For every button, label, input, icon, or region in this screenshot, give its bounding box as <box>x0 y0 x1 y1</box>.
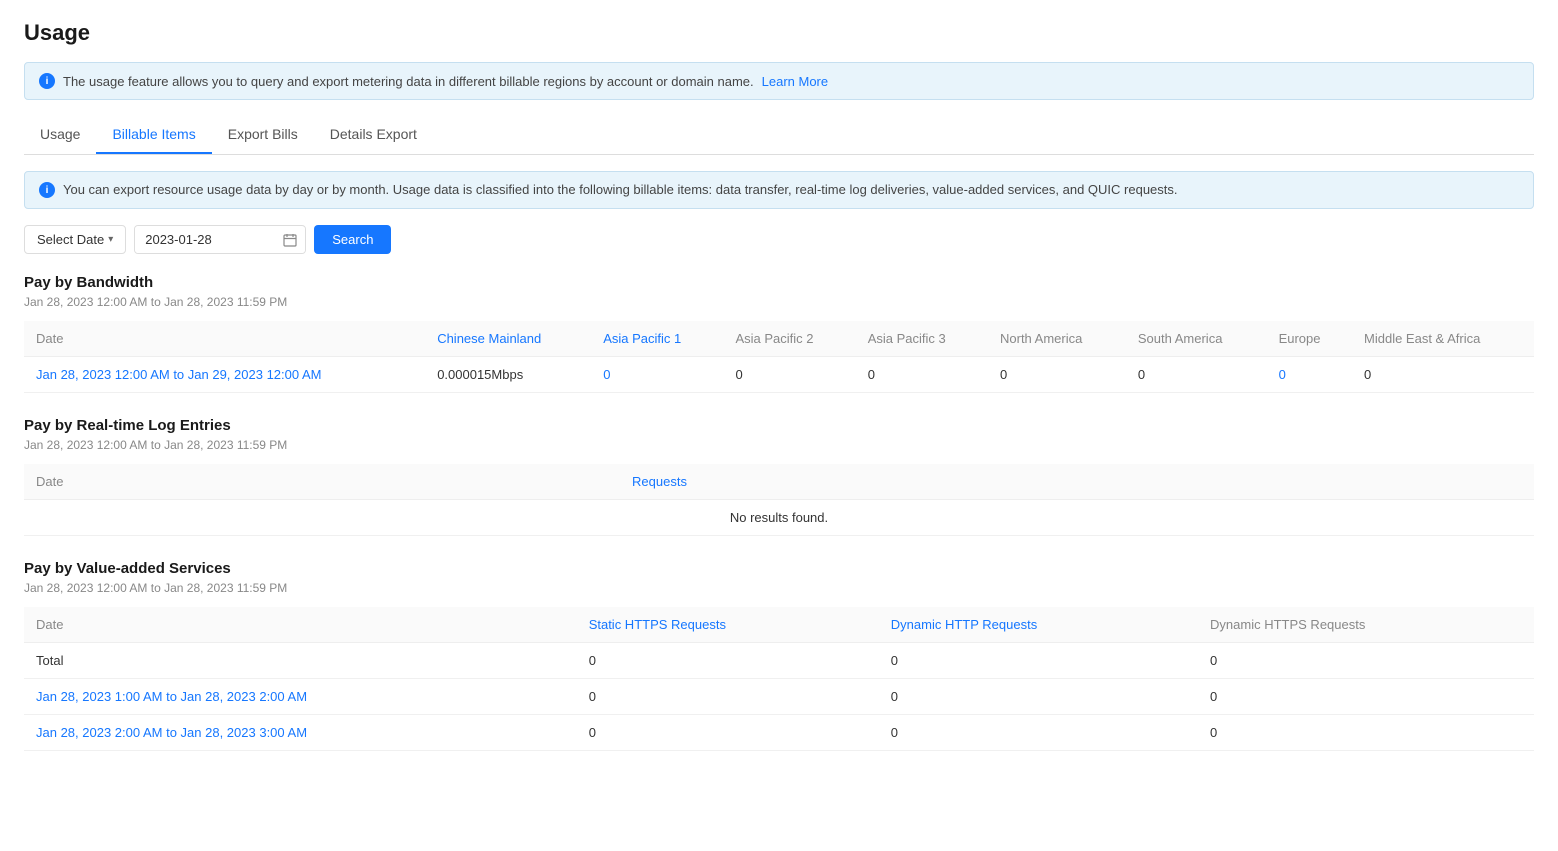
realtime-log-date-range: Jan 28, 2023 12:00 AM to Jan 28, 2023 11… <box>24 438 1534 452</box>
col-europe: Europe <box>1267 321 1352 357</box>
controls-row: Select Date ▾ Search <box>24 225 1534 254</box>
va-row-1-dynamic-http: 0 <box>879 679 1198 715</box>
col-asia-pacific-1: Asia Pacific 1 <box>591 321 723 357</box>
col-requests: Requests <box>620 464 1534 500</box>
bandwidth-row-chinese-mainland: 0.000015Mbps <box>425 357 591 393</box>
col-va-date: Date <box>24 607 577 643</box>
top-info-banner: i The usage feature allows you to query … <box>24 62 1534 100</box>
bandwidth-row-asia-pacific-3: 0 <box>856 357 988 393</box>
va-row-1-dynamic-https: 0 <box>1198 679 1534 715</box>
bandwidth-date-range: Jan 28, 2023 12:00 AM to Jan 28, 2023 11… <box>24 295 1534 309</box>
col-middle-east-africa: Middle East & Africa <box>1352 321 1534 357</box>
tabs-container: Usage Billable Items Export Bills Detail… <box>24 116 1534 155</box>
bandwidth-row-asia-pacific-2: 0 <box>723 357 855 393</box>
table-row: Jan 28, 2023 1:00 AM to Jan 28, 2023 2:0… <box>24 679 1534 715</box>
tab-details-export[interactable]: Details Export <box>314 116 433 154</box>
table-row: Jan 28, 2023 2:00 AM to Jan 28, 2023 3:0… <box>24 715 1534 751</box>
col-static-https: Static HTTPS Requests <box>577 607 879 643</box>
realtime-log-table: Date Requests No results found. <box>24 464 1534 536</box>
value-added-table-header: Date Static HTTPS Requests Dynamic HTTP … <box>24 607 1534 643</box>
col-north-america: North America <box>988 321 1126 357</box>
table-row: Total 0 0 0 <box>24 643 1534 679</box>
tab-usage[interactable]: Usage <box>24 116 96 154</box>
col-dynamic-https: Dynamic HTTPS Requests <box>1198 607 1534 643</box>
col-date: Date <box>24 321 425 357</box>
learn-more-link[interactable]: Learn More <box>762 74 828 89</box>
tab-export-bills[interactable]: Export Bills <box>212 116 314 154</box>
va-row-0-date: Total <box>24 643 577 679</box>
realtime-log-title: Pay by Real-time Log Entries <box>24 417 1534 434</box>
col-log-date: Date <box>24 464 620 500</box>
bandwidth-row-north-america: 0 <box>988 357 1126 393</box>
col-dynamic-http: Dynamic HTTP Requests <box>879 607 1198 643</box>
va-row-1-date[interactable]: Jan 28, 2023 1:00 AM to Jan 28, 2023 2:0… <box>24 679 577 715</box>
value-added-date-range: Jan 28, 2023 12:00 AM to Jan 28, 2023 11… <box>24 581 1534 595</box>
table-row: No results found. <box>24 500 1534 536</box>
value-added-title: Pay by Value-added Services <box>24 560 1534 577</box>
va-row-2-dynamic-http: 0 <box>879 715 1198 751</box>
bandwidth-title: Pay by Bandwidth <box>24 274 1534 291</box>
calendar-icon <box>283 233 297 247</box>
bandwidth-row-europe[interactable]: 0 <box>1267 357 1352 393</box>
va-row-2-date[interactable]: Jan 28, 2023 2:00 AM to Jan 28, 2023 3:0… <box>24 715 577 751</box>
bandwidth-row-middle-east-africa: 0 <box>1352 357 1534 393</box>
billable-banner-text: You can export resource usage data by da… <box>63 182 1178 197</box>
va-row-0-dynamic-http: 0 <box>879 643 1198 679</box>
realtime-log-table-header: Date Requests <box>24 464 1534 500</box>
va-row-0-dynamic-https: 0 <box>1198 643 1534 679</box>
va-row-2-static-https: 0 <box>577 715 879 751</box>
bandwidth-row-south-america: 0 <box>1126 357 1267 393</box>
select-date-button[interactable]: Select Date ▾ <box>24 225 126 254</box>
search-button[interactable]: Search <box>314 225 391 254</box>
value-added-section: Pay by Value-added Services Jan 28, 2023… <box>24 560 1534 751</box>
col-south-america: South America <box>1126 321 1267 357</box>
realtime-log-section: Pay by Real-time Log Entries Jan 28, 202… <box>24 417 1534 536</box>
bandwidth-section: Pay by Bandwidth Jan 28, 2023 12:00 AM t… <box>24 274 1534 393</box>
bandwidth-row-asia-pacific-1[interactable]: 0 <box>591 357 723 393</box>
calendar-icon-button[interactable] <box>275 227 305 253</box>
bandwidth-table-header: Date Chinese Mainland Asia Pacific 1 Asi… <box>24 321 1534 357</box>
date-input[interactable] <box>135 226 275 253</box>
no-results-message: No results found. <box>24 500 1534 536</box>
bandwidth-table: Date Chinese Mainland Asia Pacific 1 Asi… <box>24 321 1534 393</box>
bandwidth-row-date[interactable]: Jan 28, 2023 12:00 AM to Jan 29, 2023 12… <box>24 357 425 393</box>
top-banner-text: The usage feature allows you to query an… <box>63 74 754 89</box>
info-icon-2: i <box>39 182 55 198</box>
select-date-label: Select Date <box>37 232 104 247</box>
billable-info-banner: i You can export resource usage data by … <box>24 171 1534 209</box>
va-row-0-static-https: 0 <box>577 643 879 679</box>
col-asia-pacific-3: Asia Pacific 3 <box>856 321 988 357</box>
tab-billable-items[interactable]: Billable Items <box>96 116 211 154</box>
col-chinese-mainland: Chinese Mainland <box>425 321 591 357</box>
table-row: Jan 28, 2023 12:00 AM to Jan 29, 2023 12… <box>24 357 1534 393</box>
chevron-down-icon: ▾ <box>108 234 113 245</box>
page-title: Usage <box>24 20 1534 46</box>
info-icon: i <box>39 73 55 89</box>
value-added-table: Date Static HTTPS Requests Dynamic HTTP … <box>24 607 1534 751</box>
va-row-2-dynamic-https: 0 <box>1198 715 1534 751</box>
va-row-1-static-https: 0 <box>577 679 879 715</box>
col-asia-pacific-2: Asia Pacific 2 <box>723 321 855 357</box>
date-input-wrapper <box>134 225 306 254</box>
